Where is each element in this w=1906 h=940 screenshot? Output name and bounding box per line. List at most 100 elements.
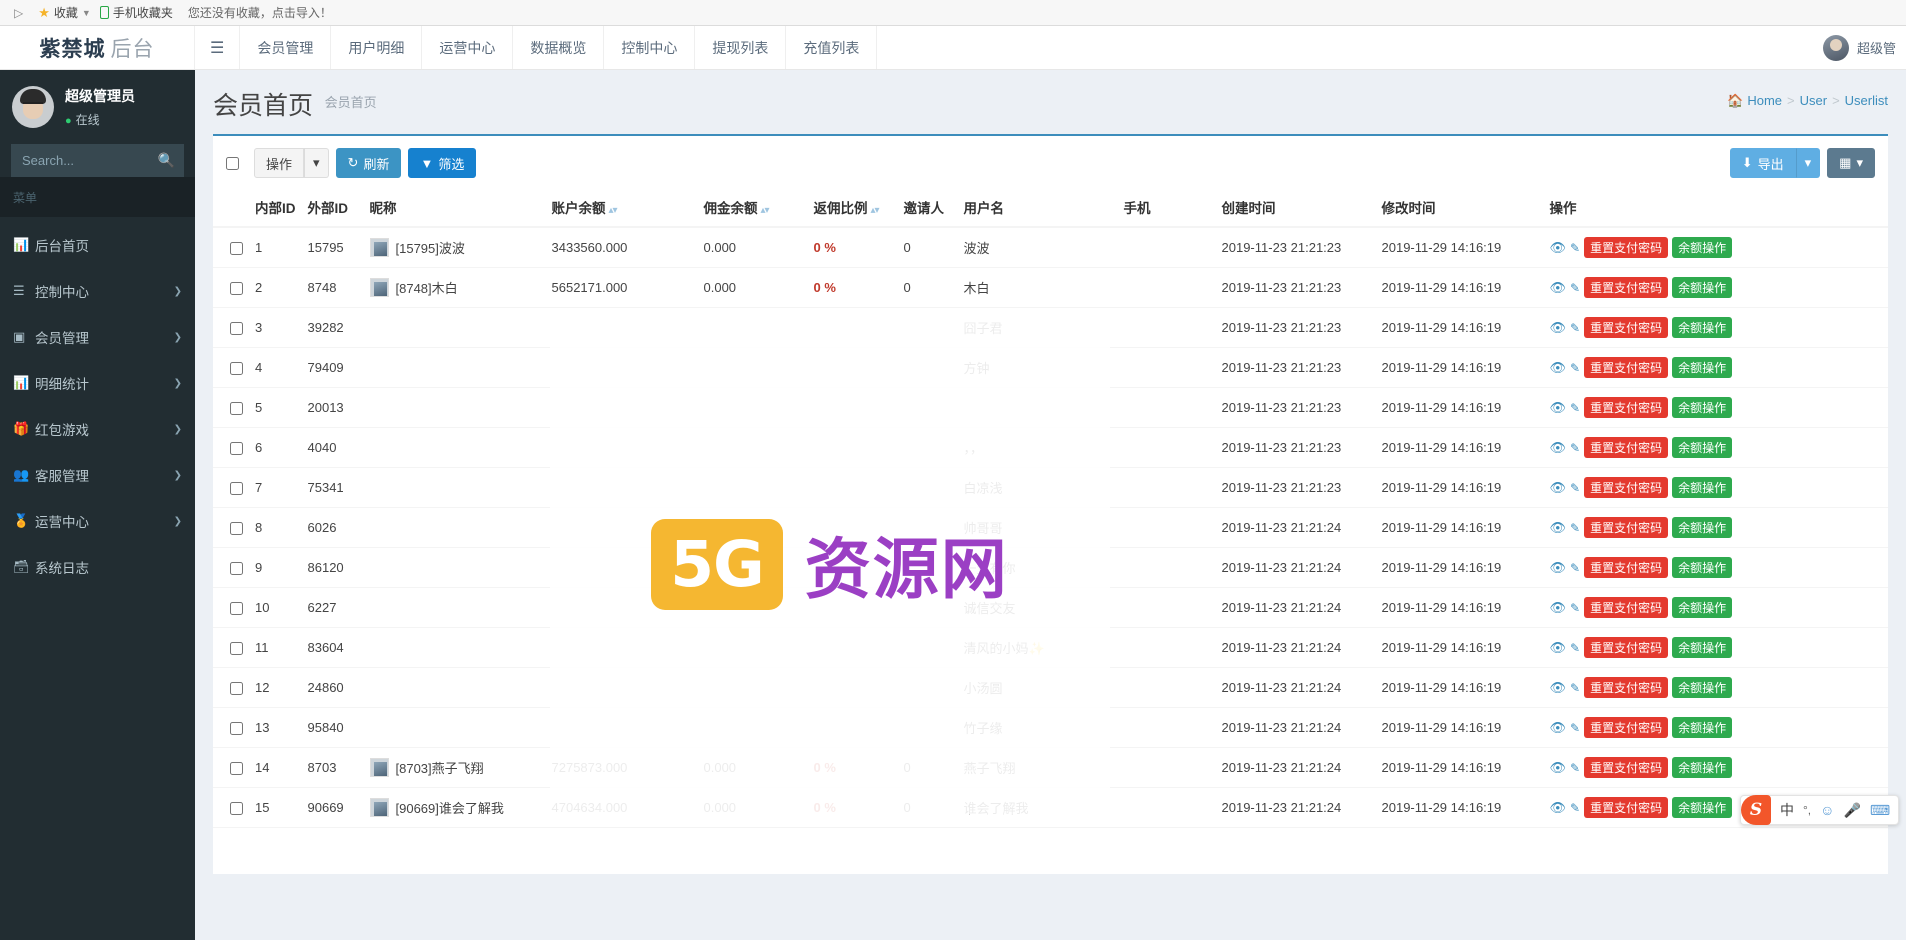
- reset-password-button[interactable]: 重置支付密码: [1584, 717, 1668, 738]
- eye-icon[interactable]: 👁: [1550, 560, 1567, 576]
- microphone-icon[interactable]: 🎤: [1843, 802, 1860, 819]
- sidebar-item-operations-center[interactable]: 🏅 运营中心 ❯: [0, 503, 195, 539]
- sogou-logo-icon[interactable]: S: [1741, 795, 1771, 825]
- row-checkbox[interactable]: [230, 562, 243, 575]
- pencil-square-icon[interactable]: ✎: [1570, 281, 1580, 295]
- sidebar-item-detail-statistics[interactable]: 📊 明细统计 ❯: [0, 365, 195, 401]
- th-balance[interactable]: 账户余额▴▾: [546, 188, 698, 227]
- pencil-square-icon[interactable]: ✎: [1570, 441, 1580, 455]
- hamburger-icon[interactable]: ☰: [195, 26, 240, 69]
- reset-password-button[interactable]: 重置支付密码: [1584, 277, 1668, 298]
- eye-icon[interactable]: 👁: [1550, 400, 1567, 416]
- row-checkbox[interactable]: [230, 642, 243, 655]
- pencil-square-icon[interactable]: ✎: [1570, 521, 1580, 535]
- row-checkbox[interactable]: [230, 402, 243, 415]
- column-toggle-button[interactable]: ▦ ▾: [1827, 148, 1875, 178]
- balance-operation-button[interactable]: 余额操作: [1672, 797, 1732, 818]
- reset-password-button[interactable]: 重置支付密码: [1584, 797, 1668, 818]
- pencil-square-icon[interactable]: ✎: [1570, 481, 1580, 495]
- filter-button[interactable]: ▼ 筛选: [408, 148, 476, 178]
- eye-icon[interactable]: 👁: [1550, 520, 1567, 536]
- smiley-icon[interactable]: ☺: [1820, 802, 1834, 818]
- nav-item-recharge-list[interactable]: 充值列表: [786, 26, 877, 69]
- balance-operation-button[interactable]: 余额操作: [1672, 557, 1732, 578]
- play-icon[interactable]: ▷: [8, 6, 29, 20]
- sidebar-item-dashboard[interactable]: 📊 后台首页: [0, 227, 195, 263]
- pencil-square-icon[interactable]: ✎: [1570, 801, 1580, 815]
- pencil-square-icon[interactable]: ✎: [1570, 321, 1580, 335]
- balance-operation-button[interactable]: 余额操作: [1672, 717, 1732, 738]
- topnav-user-menu[interactable]: 超级管: [1823, 26, 1906, 69]
- favorites-button[interactable]: ★ 收藏 ▼: [38, 4, 91, 21]
- sidebar-item-system-log[interactable]: 🗃 系统日志: [0, 549, 195, 585]
- balance-operation-button[interactable]: 余额操作: [1672, 317, 1732, 338]
- sidebar-item-control-center[interactable]: ☰ 控制中心 ❯: [0, 273, 195, 309]
- eye-icon[interactable]: 👁: [1550, 240, 1567, 256]
- brand-logo[interactable]: 紫禁城 后台: [0, 26, 195, 69]
- eye-icon[interactable]: 👁: [1550, 440, 1567, 456]
- row-checkbox[interactable]: [230, 762, 243, 775]
- nav-item-data-overview[interactable]: 数据概览: [513, 26, 604, 69]
- row-checkbox[interactable]: [230, 362, 243, 375]
- pencil-square-icon[interactable]: ✎: [1570, 761, 1580, 775]
- row-checkbox[interactable]: [230, 442, 243, 455]
- export-button[interactable]: ⬇ 导出: [1730, 148, 1796, 178]
- reset-password-button[interactable]: 重置支付密码: [1584, 437, 1668, 458]
- balance-operation-button[interactable]: 余额操作: [1672, 637, 1732, 658]
- mobile-favorites-button[interactable]: 手机收藏夹: [100, 4, 173, 21]
- pencil-square-icon[interactable]: ✎: [1570, 641, 1580, 655]
- row-checkbox[interactable]: [230, 802, 243, 815]
- pencil-square-icon[interactable]: ✎: [1570, 601, 1580, 615]
- balance-operation-button[interactable]: 余额操作: [1672, 397, 1732, 418]
- nav-item-member-management[interactable]: 会员管理: [240, 26, 331, 69]
- caret-down-icon[interactable]: ▾: [304, 148, 329, 178]
- balance-operation-button[interactable]: 余额操作: [1672, 477, 1732, 498]
- row-checkbox[interactable]: [230, 722, 243, 735]
- pencil-square-icon[interactable]: ✎: [1570, 401, 1580, 415]
- favorites-hint[interactable]: 您还没有收藏，点击导入！: [188, 4, 332, 21]
- balance-operation-button[interactable]: 余额操作: [1672, 597, 1732, 618]
- caret-down-icon[interactable]: ▾: [1796, 148, 1821, 178]
- eye-icon[interactable]: 👁: [1550, 720, 1567, 736]
- eye-icon[interactable]: 👁: [1550, 320, 1567, 336]
- pencil-square-icon[interactable]: ✎: [1570, 561, 1580, 575]
- pencil-square-icon[interactable]: ✎: [1570, 681, 1580, 695]
- reset-password-button[interactable]: 重置支付密码: [1584, 517, 1668, 538]
- nav-item-operations-center[interactable]: 运营中心: [422, 26, 513, 69]
- sidebar-item-customer-service[interactable]: 👥 客服管理 ❯: [0, 457, 195, 493]
- eye-icon[interactable]: 👁: [1550, 280, 1567, 296]
- eye-icon[interactable]: 👁: [1550, 480, 1567, 496]
- eye-icon[interactable]: 👁: [1550, 800, 1567, 816]
- eye-icon[interactable]: 👁: [1550, 600, 1567, 616]
- balance-operation-button[interactable]: 余额操作: [1672, 437, 1732, 458]
- sidebar-item-redpacket-game[interactable]: 🎁 红包游戏 ❯: [0, 411, 195, 447]
- reset-password-button[interactable]: 重置支付密码: [1584, 597, 1668, 618]
- nav-item-control-center[interactable]: 控制中心: [604, 26, 695, 69]
- nav-item-withdrawal-list[interactable]: 提现列表: [695, 26, 786, 69]
- row-checkbox[interactable]: [230, 242, 243, 255]
- refresh-button[interactable]: ↻ 刷新: [336, 148, 402, 178]
- reset-password-button[interactable]: 重置支付密码: [1584, 557, 1668, 578]
- action-button[interactable]: 操作: [254, 148, 304, 178]
- pencil-square-icon[interactable]: ✎: [1570, 721, 1580, 735]
- sidebar-user-panel[interactable]: 超级管理员 ●在线: [0, 70, 195, 142]
- eye-icon[interactable]: 👁: [1550, 680, 1567, 696]
- balance-operation-button[interactable]: 余额操作: [1672, 357, 1732, 378]
- nav-item-user-details[interactable]: 用户明细: [331, 26, 422, 69]
- th-commission[interactable]: 佣金余额▴▾: [698, 188, 808, 227]
- pencil-square-icon[interactable]: ✎: [1570, 361, 1580, 375]
- row-checkbox[interactable]: [230, 482, 243, 495]
- reset-password-button[interactable]: 重置支付密码: [1584, 637, 1668, 658]
- balance-operation-button[interactable]: 余额操作: [1672, 757, 1732, 778]
- sidebar-item-member-management[interactable]: ▣ 会员管理 ❯: [0, 319, 195, 355]
- th-rebate[interactable]: 返佣比例▴▾: [808, 188, 898, 227]
- reset-password-button[interactable]: 重置支付密码: [1584, 237, 1668, 258]
- eye-icon[interactable]: 👁: [1550, 360, 1567, 376]
- balance-operation-button[interactable]: 余额操作: [1672, 677, 1732, 698]
- reset-password-button[interactable]: 重置支付密码: [1584, 357, 1668, 378]
- reset-password-button[interactable]: 重置支付密码: [1584, 477, 1668, 498]
- eye-icon[interactable]: 👁: [1550, 640, 1567, 656]
- eye-icon[interactable]: 👁: [1550, 760, 1567, 776]
- pencil-square-icon[interactable]: ✎: [1570, 241, 1580, 255]
- row-checkbox[interactable]: [230, 322, 243, 335]
